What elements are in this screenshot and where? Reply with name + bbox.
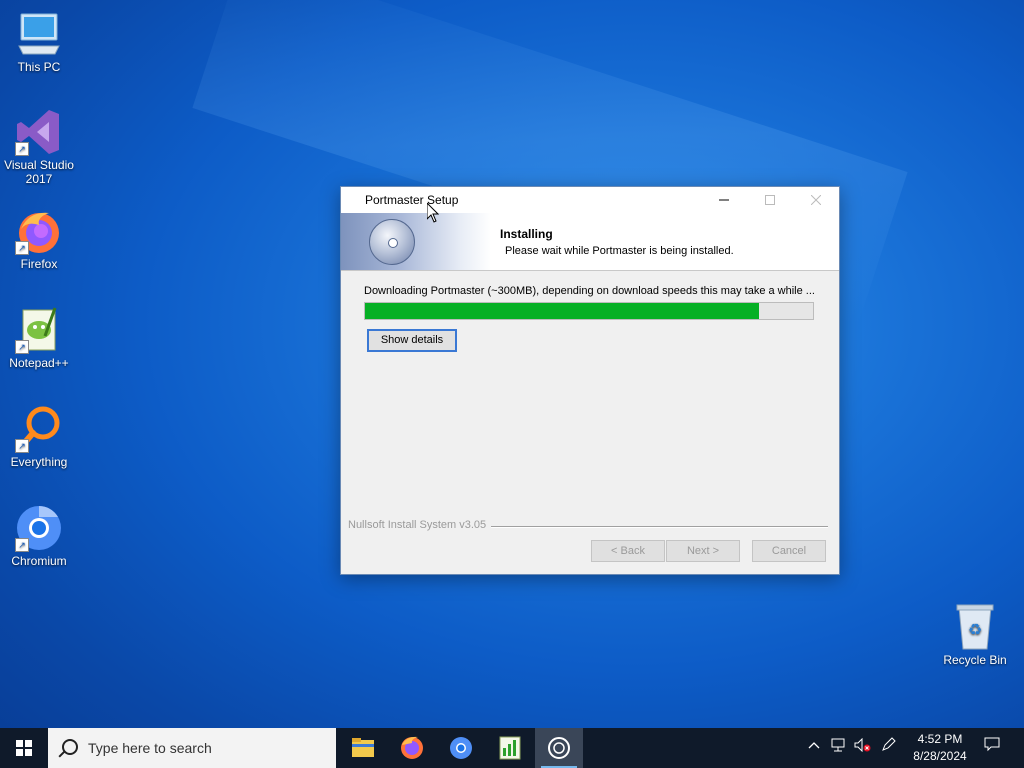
cancel-button[interactable]: Cancel — [752, 540, 826, 562]
notepadpp-icon: ↗ — [15, 306, 63, 354]
maximize-button[interactable] — [747, 187, 793, 213]
taskbar-notepadpp[interactable] — [486, 728, 534, 768]
desktop-icon-label: This PC — [17, 60, 61, 74]
show-hidden-icons-button[interactable] — [804, 728, 824, 768]
portmaster-setup-icon — [548, 737, 570, 759]
desktop-icon-label: Visual Studio 2017 — [4, 158, 74, 186]
recycle-bin-icon: ♻ — [951, 603, 999, 651]
desktop-icon-label: Everything — [10, 455, 68, 469]
volume-muted-icon — [854, 737, 871, 753]
network-icon — [831, 738, 845, 752]
desktop-icon-label: Chromium — [11, 554, 67, 568]
desktop-icon-visual-studio[interactable]: ↗ Visual Studio 2017 — [1, 108, 77, 186]
file-explorer-icon — [352, 738, 374, 757]
taskbar: Type here to search 4:52 PM 8/28/2024 — [0, 728, 1024, 768]
installer-header: Installing Please wait while Portmaster … — [341, 213, 839, 271]
clock-time: 4:52 PM — [917, 732, 963, 746]
task-manager-icon — [499, 736, 521, 760]
pen-workspace-icon — [882, 737, 896, 751]
desktop-icon-firefox[interactable]: ↗ Firefox — [1, 207, 77, 271]
shortcut-arrow-icon: ↗ — [15, 142, 29, 156]
close-icon — [810, 194, 822, 206]
taskbar-clock[interactable]: 4:52 PM 8/28/2024 — [904, 731, 976, 765]
chevron-up-icon — [808, 742, 820, 749]
volume-tray-button[interactable] — [852, 728, 874, 768]
start-button[interactable] — [0, 728, 48, 768]
window-titlebar[interactable]: Portmaster Setup — [341, 187, 839, 213]
network-tray-button[interactable] — [828, 728, 850, 768]
show-details-button[interactable]: Show details — [367, 329, 457, 352]
minimize-icon — [719, 199, 729, 201]
taskbar-firefox[interactable] — [388, 728, 436, 768]
visual-studio-icon: ↗ — [15, 108, 63, 156]
taskbar-file-explorer[interactable] — [339, 728, 387, 768]
nsis-branding: Nullsoft Install System v3.05 — [348, 519, 487, 531]
install-status-text: Downloading Portmaster (~300MB), dependi… — [364, 285, 815, 297]
desktop-icon-recycle-bin[interactable]: ♻ Recycle Bin — [937, 603, 1013, 667]
desktop-icon-label: Notepad++ — [9, 356, 69, 370]
shortcut-arrow-icon: ↗ — [15, 439, 29, 453]
shortcut-arrow-icon: ↗ — [15, 340, 29, 354]
taskbar-chromium[interactable] — [437, 728, 485, 768]
chromium-icon: ↗ — [15, 504, 63, 552]
progress-fill — [365, 303, 760, 319]
shortcut-arrow-icon: ↗ — [15, 538, 29, 552]
back-button[interactable]: < Back — [591, 540, 665, 562]
maximize-icon — [765, 195, 775, 205]
pen-tray-button[interactable] — [878, 728, 900, 768]
search-icon — [62, 739, 78, 755]
firefox-icon: ↗ — [15, 207, 63, 255]
clock-date: 8/28/2024 — [913, 749, 967, 763]
branding-divider — [491, 526, 828, 528]
search-placeholder: Type here to search — [88, 740, 212, 756]
desktop-icon-label: Firefox — [20, 257, 58, 271]
desktop-icon-label: Recycle Bin — [943, 653, 1007, 667]
shortcut-arrow-icon: ↗ — [15, 241, 29, 255]
desktop-icon-notepadpp[interactable]: ↗ Notepad++ — [1, 306, 77, 370]
header-title: Installing — [500, 227, 553, 241]
window-title: Portmaster Setup — [365, 193, 459, 207]
computer-icon — [15, 10, 63, 58]
next-button[interactable]: Next > — [666, 540, 740, 562]
install-disc-icon — [369, 219, 415, 265]
taskbar-portmaster-setup[interactable] — [535, 728, 583, 768]
header-banner — [341, 213, 491, 270]
close-button[interactable] — [793, 187, 839, 213]
everything-search-icon: ↗ — [15, 405, 63, 453]
mouse-cursor-icon — [427, 203, 439, 223]
svg-text:♻: ♻ — [968, 620, 982, 639]
install-progress-bar — [364, 302, 814, 320]
firefox-icon — [401, 736, 423, 759]
desktop-icon-chromium[interactable]: ↗ Chromium — [1, 504, 77, 568]
notification-icon — [984, 737, 1000, 752]
header-subtitle: Please wait while Portmaster is being in… — [505, 245, 734, 257]
desktop-icon-everything[interactable]: ↗ Everything — [1, 405, 77, 469]
chromium-icon — [450, 737, 472, 759]
action-center-button[interactable] — [978, 728, 1006, 768]
taskbar-search-box[interactable]: Type here to search — [48, 728, 336, 768]
minimize-button[interactable] — [701, 187, 747, 213]
installer-window: Portmaster Setup Installing Please wait … — [340, 186, 840, 575]
desktop-icon-this-pc[interactable]: This PC — [1, 10, 77, 74]
windows-logo-icon — [16, 740, 32, 756]
